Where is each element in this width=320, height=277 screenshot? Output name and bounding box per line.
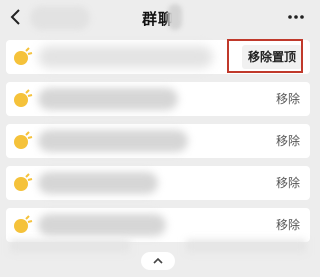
blurred-area	[168, 4, 182, 30]
more-horizontal-icon[interactable]	[286, 7, 306, 27]
blurred-group-name	[38, 214, 166, 236]
group-avatar-icon	[14, 173, 33, 191]
blurred-group-name	[38, 46, 213, 68]
group-list-item[interactable]: 移除置顶	[6, 40, 310, 74]
chevron-up-icon	[153, 257, 163, 264]
group-list-item[interactable]: 移除	[6, 124, 310, 158]
group-avatar-icon	[14, 47, 33, 65]
navigation-bar: 群聊	[0, 0, 316, 36]
group-avatar-icon	[14, 89, 33, 107]
page-title: 群聊	[141, 10, 174, 28]
collapse-button[interactable]	[141, 252, 175, 270]
blurred-area	[10, 240, 130, 252]
unpin-button[interactable]: 移除置顶	[241, 45, 302, 69]
group-list-item[interactable]: 移除	[6, 82, 310, 116]
group-list-item[interactable]: 移除	[6, 166, 310, 200]
remove-button[interactable]: 移除	[276, 208, 300, 242]
blurred-group-name	[38, 88, 178, 110]
remove-button[interactable]: 移除	[276, 124, 300, 158]
blurred-group-name	[38, 130, 188, 152]
remove-button[interactable]: 移除	[276, 82, 300, 116]
blurred-area	[186, 240, 306, 252]
remove-button[interactable]: 移除	[276, 166, 300, 200]
group-avatar-icon	[14, 215, 33, 233]
group-list-item[interactable]: 移除	[6, 208, 310, 242]
group-avatar-icon	[14, 131, 33, 149]
blurred-group-name	[38, 172, 158, 194]
